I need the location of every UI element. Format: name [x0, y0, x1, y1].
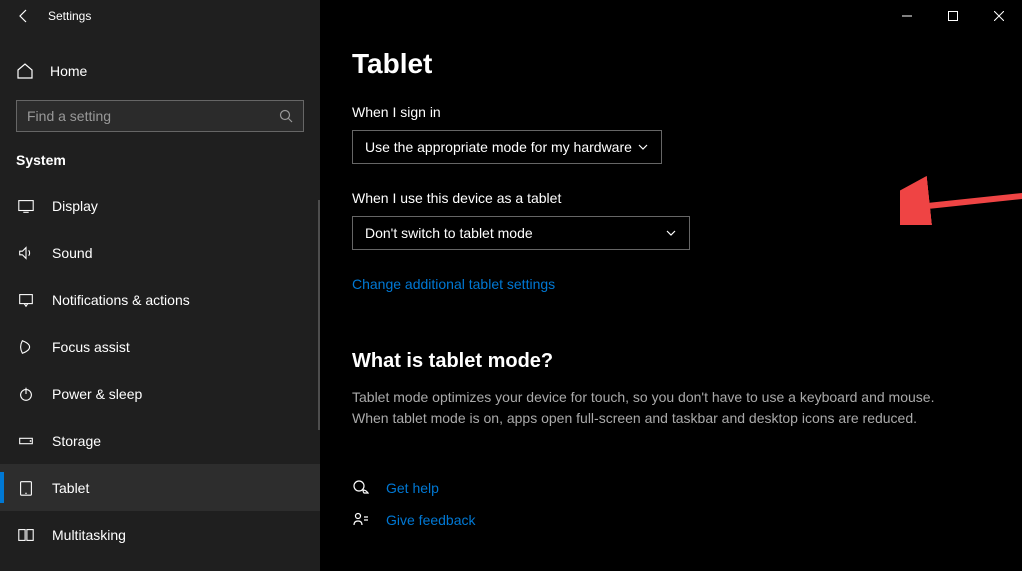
nav-label: Power & sleep — [52, 386, 142, 402]
nav-item-storage[interactable]: Storage — [0, 417, 320, 464]
feedback-link[interactable]: Give feedback — [386, 512, 476, 528]
nav-list: Display Sound Notifications & actions Fo… — [0, 182, 320, 558]
nav-label: Storage — [52, 433, 101, 449]
feedback-icon — [352, 511, 370, 529]
sign-in-dropdown-value: Use the appropriate mode for my hardware — [365, 139, 632, 155]
sidebar: Settings Home System — [0, 0, 320, 571]
nav-item-notifications[interactable]: Notifications & actions — [0, 276, 320, 323]
multitasking-icon — [16, 525, 36, 545]
nav-item-focus-assist[interactable]: Focus assist — [0, 323, 320, 370]
tablet-icon — [16, 478, 36, 498]
help-icon — [352, 479, 370, 497]
display-icon — [16, 196, 36, 216]
chevron-down-icon — [637, 141, 649, 153]
search-input[interactable] — [27, 108, 279, 124]
sidebar-content: Home System Display — [0, 0, 320, 558]
titlebar: Settings — [0, 0, 320, 32]
search-icon — [279, 109, 293, 123]
get-help-link[interactable]: Get help — [386, 480, 439, 496]
nav-label: Tablet — [52, 480, 89, 496]
arrow-left-icon — [16, 8, 32, 24]
focus-assist-icon — [16, 337, 36, 357]
home-icon — [16, 62, 34, 80]
window-controls — [884, 0, 1022, 32]
category-label: System — [0, 152, 320, 182]
device-dropdown-value: Don't switch to tablet mode — [365, 225, 533, 241]
minimize-button[interactable] — [884, 0, 930, 32]
maximize-button[interactable] — [930, 0, 976, 32]
maximize-icon — [948, 11, 958, 21]
chevron-down-icon — [665, 227, 677, 239]
nav-label: Notifications & actions — [52, 292, 190, 308]
nav-label: Sound — [52, 245, 92, 261]
close-button[interactable] — [976, 0, 1022, 32]
page-title: Tablet — [352, 48, 990, 80]
notifications-icon — [16, 290, 36, 310]
minimize-icon — [902, 11, 912, 21]
sign-in-label: When I sign in — [352, 104, 990, 120]
power-icon — [16, 384, 36, 404]
nav-item-tablet[interactable]: Tablet — [0, 464, 320, 511]
nav-label: Display — [52, 198, 98, 214]
nav-item-power[interactable]: Power & sleep — [0, 370, 320, 417]
feedback-section: Get help Give feedback — [352, 479, 990, 529]
additional-settings-link[interactable]: Change additional tablet settings — [352, 276, 555, 292]
storage-icon — [16, 431, 36, 451]
home-nav[interactable]: Home — [0, 52, 320, 90]
window-title: Settings — [48, 9, 91, 23]
get-help-row[interactable]: Get help — [352, 479, 990, 497]
back-button[interactable] — [16, 8, 32, 24]
nav-item-display[interactable]: Display — [0, 182, 320, 229]
search-box[interactable] — [16, 100, 304, 132]
nav-label: Multitasking — [52, 527, 126, 543]
sound-icon — [16, 243, 36, 263]
info-body: Tablet mode optimizes your device for to… — [352, 387, 972, 429]
device-label: When I use this device as a tablet — [352, 190, 990, 206]
nav-label: Focus assist — [52, 339, 130, 355]
nav-item-multitasking[interactable]: Multitasking — [0, 511, 320, 558]
close-icon — [994, 11, 1004, 21]
home-label: Home — [50, 63, 87, 79]
main-content: Tablet When I sign in Use the appropriat… — [320, 0, 1022, 571]
sign-in-dropdown[interactable]: Use the appropriate mode for my hardware — [352, 130, 662, 164]
nav-item-sound[interactable]: Sound — [0, 229, 320, 276]
info-heading: What is tablet mode? — [352, 350, 990, 373]
feedback-row[interactable]: Give feedback — [352, 511, 990, 529]
device-dropdown[interactable]: Don't switch to tablet mode — [352, 216, 690, 250]
